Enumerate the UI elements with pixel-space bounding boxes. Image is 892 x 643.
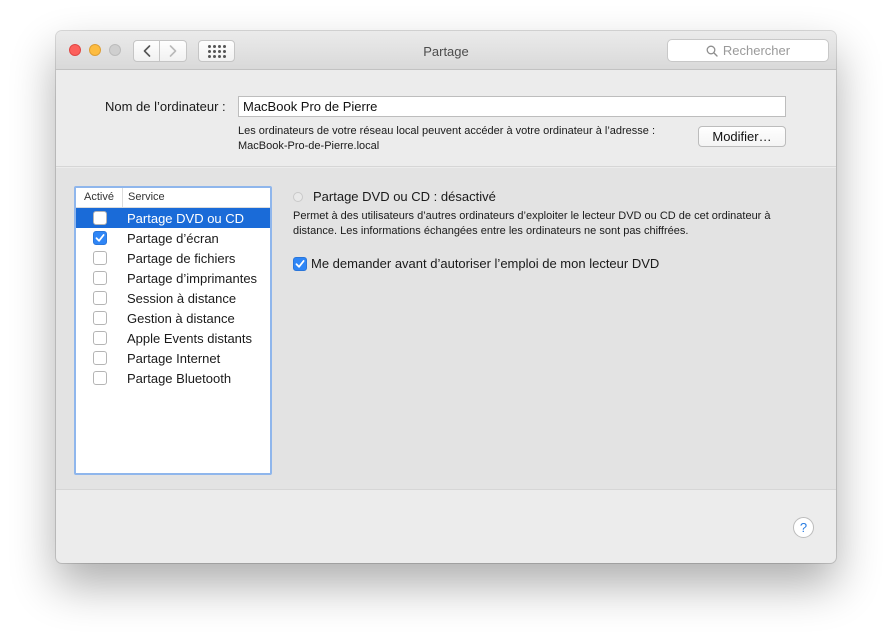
search-icon [706,45,718,57]
service-checkbox-cell [76,251,123,265]
service-label: Partage d’imprimantes [127,270,258,286]
service-enabled-checkbox[interactable] [92,211,107,225]
computer-name-section: Nom de l’ordinateur : Les ordinateurs de… [56,71,836,167]
services-section: Activé Service Partage DVD ou CD Partage … [56,168,836,490]
service-row[interactable]: Partage Internet [76,348,270,368]
preferences-window: Partage Rechercher Nom de l’ordinateur :… [56,31,836,563]
service-row[interactable]: Partage d’imprimantes [76,268,270,288]
column-header-service[interactable]: Service [123,188,165,207]
service-checkbox-cell [76,231,123,245]
service-checkbox-cell [76,371,123,385]
checkmark-icon [95,234,104,242]
service-label: Partage Internet [127,350,221,366]
address-note-text: Les ordinateurs de votre réseau local pe… [238,125,656,137]
service-label: Partage Bluetooth [127,370,232,386]
service-checkbox-cell [76,271,123,285]
modify-button[interactable]: Modifier… [698,126,786,147]
service-description: Permet à des utilisateurs d’autres ordin… [293,209,823,239]
service-label: Gestion à distance [127,310,235,326]
service-enabled-checkbox[interactable] [92,231,107,245]
checkbox[interactable] [293,257,307,271]
service-row[interactable]: Gestion à distance [76,308,270,328]
service-enabled-checkbox[interactable] [92,351,107,365]
service-list-header: Activé Service [76,188,270,208]
local-address: MacBook-Pro-de-Pierre.local [238,140,380,152]
service-checkbox-cell [76,351,123,365]
service-list[interactable]: Activé Service Partage DVD ou CD Partage … [74,186,272,475]
column-header-active[interactable]: Activé [76,188,123,207]
service-checkbox-cell [76,211,123,225]
service-label: Partage d’écran [127,230,219,246]
service-row[interactable]: Partage d’écran [76,228,270,248]
ask-before-checkbox[interactable] [293,257,307,271]
service-description-line: Permet à des utilisateurs d’autres ordin… [293,210,771,222]
service-label: Partage DVD ou CD [127,210,245,226]
service-checkbox-cell [76,311,123,325]
service-checkbox-cell [76,331,123,345]
search-field[interactable]: Rechercher [667,39,829,62]
title-bar: Partage Rechercher [56,31,836,70]
service-label: Partage de fichiers [127,250,236,266]
service-description-line: distance. Les informations échangées ent… [293,225,689,237]
service-status-title: Partage DVD ou CD : désactivé [313,189,496,204]
computer-name-input[interactable] [238,96,786,117]
service-row[interactable]: Partage Bluetooth [76,368,270,388]
service-row[interactable]: Apple Events distants [76,328,270,348]
service-enabled-checkbox[interactable] [92,371,107,385]
search-placeholder: Rechercher [722,43,791,58]
ask-before-label[interactable]: Me demander avant d’autoriser l’emploi d… [311,256,659,271]
service-row[interactable]: Partage de fichiers [76,248,270,268]
checkmark-icon [295,260,305,268]
service-checkbox-cell [76,291,123,305]
status-indicator [293,192,303,202]
address-note: Les ordinateurs de votre réseau local pe… [238,124,655,154]
service-rows: Partage DVD ou CD Partage d’écran Partage … [76,208,270,388]
service-label: Apple Events distants [127,330,253,346]
help-button[interactable]: ? [793,517,814,538]
service-enabled-checkbox[interactable] [92,291,107,305]
service-enabled-checkbox[interactable] [92,311,107,325]
service-row[interactable]: Session à distance [76,288,270,308]
service-label: Session à distance [127,290,237,306]
service-enabled-checkbox[interactable] [92,271,107,285]
computer-name-label: Nom de l’ordinateur : [105,99,226,114]
service-enabled-checkbox[interactable] [92,331,107,345]
service-row[interactable]: Partage DVD ou CD [76,208,270,228]
service-enabled-checkbox[interactable] [92,251,107,265]
